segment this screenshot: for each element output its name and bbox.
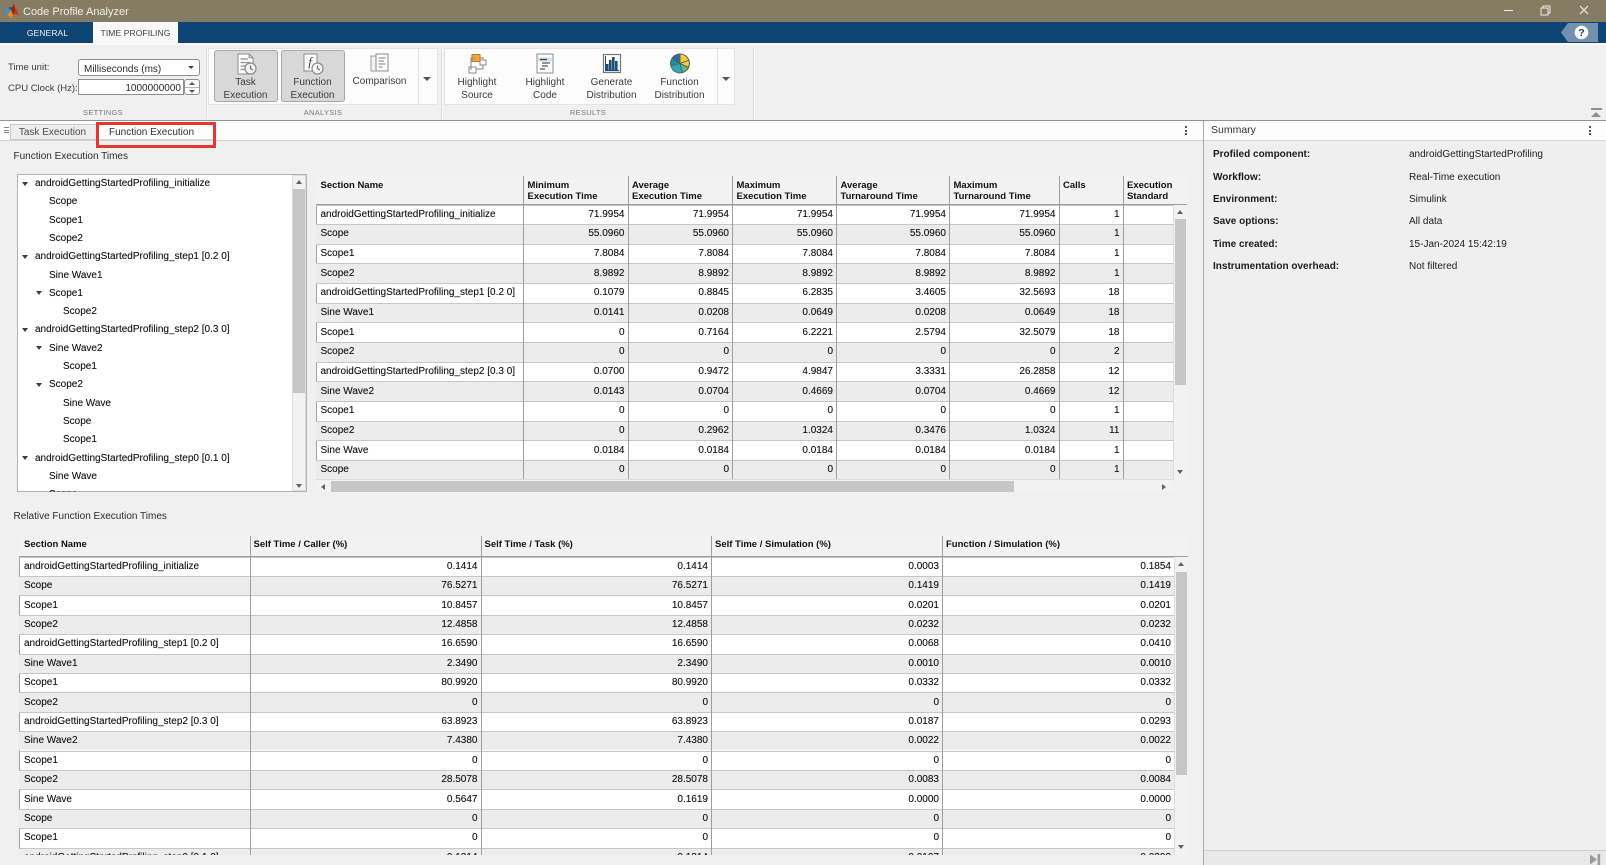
svg-text:?: ? bbox=[1578, 27, 1584, 39]
